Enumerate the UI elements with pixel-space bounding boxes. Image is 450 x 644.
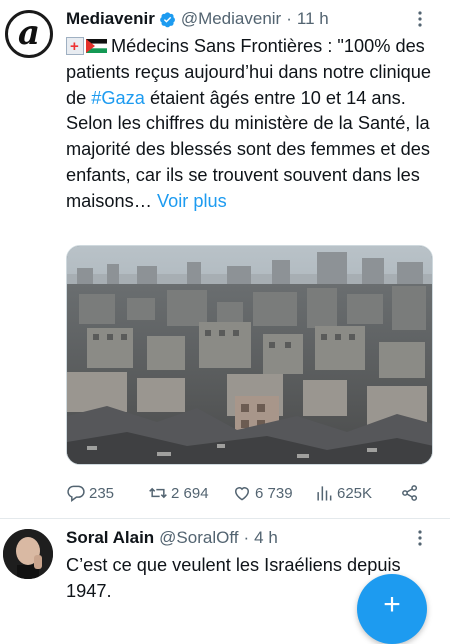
tweet-divider: [0, 518, 450, 519]
like-button[interactable]: 6 739: [232, 480, 293, 506]
reply-author-avatar[interactable]: [3, 529, 53, 579]
avatar-logo: a: [17, 13, 41, 53]
repost-count: 2 694: [171, 484, 209, 502]
repost-icon: [149, 487, 167, 499]
tweet-actions: 235 2 694 6 739 625K: [66, 480, 426, 506]
reply-author-handle[interactable]: @SoralOff: [159, 528, 238, 548]
views-button[interactable]: 625K: [314, 480, 372, 506]
share-button[interactable]: [400, 480, 423, 506]
separator-dot: ·: [286, 9, 292, 28]
palestine-flag-emoji-icon: [86, 39, 107, 53]
repost-button[interactable]: 2 694: [148, 480, 209, 506]
tweet-text: Médecins Sans Frontières : "100% des pat…: [66, 34, 438, 215]
hashtag-link[interactable]: #Gaza: [91, 88, 145, 108]
author-avatar[interactable]: a: [5, 10, 53, 58]
avatar-photo: [3, 529, 53, 579]
reply-more-options-icon[interactable]: [412, 527, 428, 549]
reply-header: Soral Alain @SoralOff · 4 h: [66, 527, 278, 549]
more-options-icon[interactable]: [412, 8, 428, 30]
share-icon: [402, 485, 418, 501]
reply-icon: [67, 485, 85, 502]
reply-button[interactable]: 235: [66, 480, 114, 506]
author-handle[interactable]: @Mediavenir: [181, 9, 281, 29]
hospital-emoji-icon: [66, 34, 84, 60]
tweet-header: Mediavenir @Mediavenir · 11 h: [66, 8, 329, 30]
compose-plus-icon: +: [383, 588, 401, 621]
reply-separator-dot: ·: [243, 528, 250, 547]
views-chart-icon: [317, 486, 332, 501]
compose-tweet-button[interactable]: +: [357, 574, 427, 644]
author-name[interactable]: Mediavenir: [66, 9, 155, 29]
reply-author-name[interactable]: Soral Alain: [66, 528, 154, 548]
tweet-media-image[interactable]: [66, 245, 433, 465]
verified-badge-icon: [159, 11, 175, 27]
views-count: 625K: [337, 484, 373, 502]
show-more-link[interactable]: Voir plus: [157, 191, 227, 211]
destroyed-city-photo: [67, 246, 432, 464]
tweet-time[interactable]: 11 h: [297, 9, 329, 29]
like-count: 6 739: [255, 484, 293, 502]
heart-icon: [234, 487, 250, 501]
reply-time[interactable]: 4 h: [254, 528, 278, 548]
reply-count: 235: [89, 484, 115, 502]
